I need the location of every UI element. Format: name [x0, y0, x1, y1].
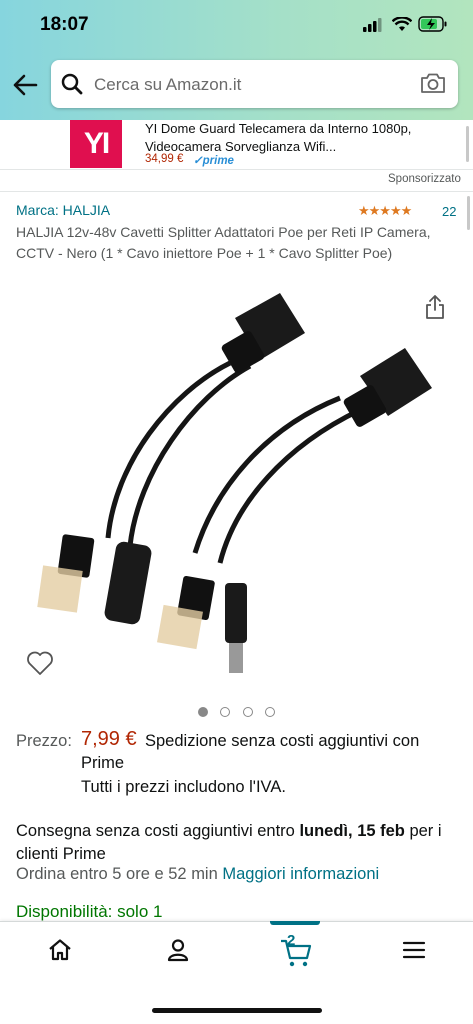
carousel-dot-2[interactable] — [220, 707, 231, 717]
product-title: HALJIA 12v-48v Cavetti Splitter Adattato… — [16, 224, 431, 261]
account-icon[interactable] — [166, 938, 190, 962]
delivery-date: lunedì, 15 feb — [299, 822, 405, 840]
ad-scrollbar — [466, 126, 469, 162]
signal-icon — [363, 18, 382, 32]
product-image[interactable] — [30, 288, 450, 688]
home-indicator — [152, 1008, 322, 1013]
cart-count-badge: 2 — [287, 932, 296, 949]
search-bar[interactable]: Cerca su Amazon.it — [51, 60, 458, 108]
price-value: 7,99 € — [81, 728, 137, 750]
order-countdown: Ordina entro 5 ore e 52 min — [16, 865, 223, 883]
home-icon[interactable] — [48, 938, 72, 962]
carousel-dot-3[interactable] — [242, 707, 253, 717]
cart-icon[interactable] — [279, 938, 313, 968]
carousel-dot-4[interactable] — [265, 707, 276, 717]
carousel-dot-1[interactable] — [198, 707, 208, 717]
ad-title[interactable]: YI Dome Guard Telecamera da Interno 1080… — [145, 120, 445, 156]
delivery-prefix: Consegna senza costi aggiuntivi entro — [16, 822, 300, 840]
brand-link[interactable]: Marca: HALJIA — [16, 202, 110, 218]
order-deadline: Ordina entro 5 ore e 52 min Maggiori inf… — [16, 865, 379, 884]
page-scrollbar — [467, 196, 470, 230]
menu-icon[interactable] — [402, 938, 426, 962]
delivery-info: Consegna senza costi aggiuntivi entro lu… — [16, 820, 461, 865]
vat-note: Tutti i prezzi includono l'IVA. — [81, 778, 286, 796]
image-carousel-dots[interactable] — [198, 704, 283, 722]
back-arrow-icon[interactable] — [12, 72, 38, 98]
shipping-text-prime: Prime — [81, 754, 125, 772]
sponsored-label: Sponsorizzato — [388, 173, 461, 185]
wishlist-heart-icon[interactable] — [26, 650, 54, 676]
divider — [0, 191, 473, 192]
review-count[interactable]: 22 — [442, 204, 456, 219]
ad-price: 34,99 € — [145, 153, 184, 165]
status-time: 18:07 — [40, 14, 89, 35]
header-bar: 18:07 Cerca su Amazon.it — [0, 0, 473, 120]
shipping-text: Spedizione senza costi aggiuntivi con — [145, 732, 420, 750]
yi-logo: YI — [70, 120, 122, 168]
search-icon — [61, 73, 83, 95]
status-bar: 18:07 — [0, 0, 473, 52]
rating-stars[interactable]: ★★★★★ — [358, 203, 412, 219]
search-input[interactable]: Cerca su Amazon.it — [94, 75, 241, 95]
more-info-link[interactable]: Maggiori informazioni — [222, 865, 379, 883]
price-label: Prezzo: — [16, 732, 72, 750]
camera-icon[interactable] — [420, 72, 446, 94]
availability-status: Disponibilità: solo 1 — [16, 902, 163, 921]
active-tab-indicator — [270, 921, 320, 925]
sponsored-ad-banner[interactable]: YI YI Dome Guard Telecamera da Interno 1… — [0, 120, 473, 170]
prime-badge: ✓prime — [193, 155, 234, 167]
battery-charging-icon — [418, 16, 447, 32]
wifi-icon — [392, 17, 412, 31]
